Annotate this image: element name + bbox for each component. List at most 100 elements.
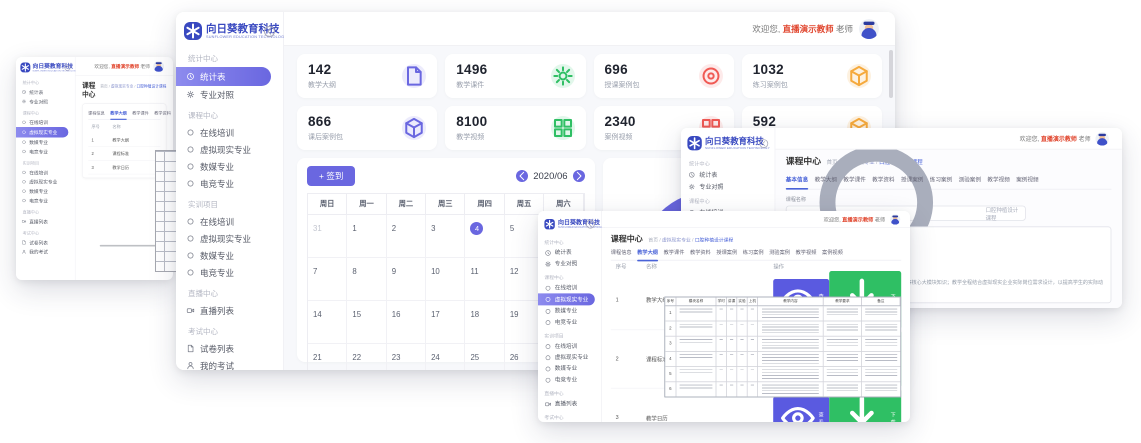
calendar-day-cell[interactable]: 25 [465, 344, 504, 370]
sidebar-item[interactable]: 电竞专业 [176, 175, 283, 192]
tab[interactable]: 教学资料 [154, 110, 171, 116]
prev-month-button[interactable] [516, 170, 528, 182]
tab[interactable]: 基本信息 [786, 176, 808, 184]
sidebar-item[interactable]: 数媒专业 [538, 363, 601, 374]
tab[interactable]: 授课案例 [901, 176, 923, 184]
tab[interactable]: 教学大纲 [815, 176, 837, 184]
sidebar-item[interactable]: 统计表 [538, 247, 601, 258]
tab[interactable]: 教学资料 [690, 248, 711, 256]
view-button[interactable]: 查看 [773, 397, 829, 422]
tab[interactable]: 教学大纲 [110, 110, 127, 116]
sidebar-item[interactable]: 数媒专业 [16, 137, 75, 146]
tab[interactable]: 课程信息 [611, 248, 632, 256]
calendar-day-cell[interactable]: 7 [308, 258, 347, 301]
calendar-day-cell[interactable]: 16 [387, 301, 426, 344]
calendar-day-cell[interactable]: 24 [426, 344, 465, 370]
tab[interactable]: 案例视频 [1016, 176, 1038, 184]
calendar-day-cell[interactable]: 4 [465, 215, 504, 258]
sidebar-item[interactable]: 数媒专业 [176, 158, 283, 175]
calendar-day-cell[interactable]: 21 [308, 344, 347, 370]
sidebar-item[interactable]: 统计表 [16, 87, 75, 96]
sidebar-item[interactable]: 统计表 [681, 169, 775, 181]
collapse-icon[interactable] [759, 139, 768, 148]
day-number: 9 [392, 267, 396, 276]
sidebar-item[interactable]: 虚拟现实专业 [538, 352, 601, 363]
sidebar-item-icon [186, 306, 195, 315]
signin-button[interactable]: + 签到 [307, 166, 355, 186]
tab[interactable]: 练习案例 [743, 248, 764, 256]
tab[interactable]: 教学资料 [872, 176, 894, 184]
tab[interactable]: 教学大纲 [637, 248, 658, 256]
tab[interactable]: 测验案例 [769, 248, 790, 256]
sidebar-item-label: 直播列表 [200, 305, 234, 317]
sidebar-item[interactable]: 电竞专业 [16, 147, 75, 156]
calendar-day-cell[interactable]: 2 [387, 215, 426, 258]
tab[interactable]: 教学课件 [664, 248, 685, 256]
calendar-day-cell[interactable]: 15 [347, 301, 386, 344]
sidebar-item[interactable]: 试卷列表 [176, 340, 283, 357]
sidebar-item[interactable]: 数媒专业 [538, 305, 601, 316]
sidebar-item[interactable]: 专业对照 [176, 86, 283, 103]
calendar-day-cell[interactable]: 1 [347, 215, 386, 258]
collapse-icon[interactable] [586, 220, 595, 229]
calendar-day-cell[interactable]: 31 [308, 215, 347, 258]
sidebar-item[interactable]: 电竞专业 [176, 264, 283, 281]
sidebar-item[interactable]: 专业对照 [681, 181, 775, 193]
sidebar-section: 考试中心 试卷列表 我的考试 [16, 226, 75, 256]
sidebar-item[interactable]: 专业对照 [16, 97, 75, 106]
sidebar: 向日葵教育科技 SUNFLOWER EDUCATION TECHNOLOGY 统… [176, 12, 284, 370]
tab[interactable]: 测验案例 [959, 176, 981, 184]
tab[interactable]: 课程信息 [88, 110, 105, 116]
tab[interactable]: 教学视频 [987, 176, 1009, 184]
sidebar-item[interactable]: 数媒专业 [176, 247, 283, 264]
calendar-day-cell[interactable]: 3 [426, 215, 465, 258]
sidebar-item[interactable]: 虚拟现实专业 [538, 293, 595, 305]
stat-label: 授课案例包 [605, 80, 640, 90]
sidebar-item[interactable]: 试卷列表 [16, 238, 75, 247]
breadcrumb-home[interactable]: 首页 [648, 238, 658, 243]
tab[interactable]: 练习案例 [930, 176, 952, 184]
sidebar-item[interactable]: 专业对照 [538, 258, 601, 269]
sidebar-item[interactable]: 直播列表 [16, 217, 75, 226]
sidebar-item[interactable]: 直播列表 [176, 302, 283, 319]
sidebar-item[interactable]: 在线培训 [176, 124, 283, 141]
sidebar-item[interactable]: 在线培训 [538, 341, 601, 352]
next-month-button[interactable] [573, 170, 585, 182]
calendar-day-cell[interactable]: 23 [387, 344, 426, 370]
sidebar-item[interactable]: 电竞专业 [538, 317, 601, 328]
sidebar-item[interactable]: 直播列表 [538, 398, 601, 409]
calendar-day-cell[interactable]: 14 [308, 301, 347, 344]
calendar-day-cell[interactable]: 18 [465, 301, 504, 344]
collapse-icon[interactable] [264, 26, 275, 37]
sidebar-item[interactable]: 在线培训 [16, 118, 75, 127]
sidebar-item[interactable]: 在线培训 [176, 213, 283, 230]
sidebar-item[interactable]: 虚拟现实专业 [16, 177, 75, 186]
tab[interactable]: 教学视频 [796, 248, 817, 256]
sidebar-item[interactable]: 电竞专业 [16, 196, 75, 205]
calendar-day-cell[interactable]: 17 [426, 301, 465, 344]
sidebar-item[interactable]: 我的考试 [16, 247, 75, 256]
calendar-day-cell[interactable]: 10 [426, 258, 465, 301]
sidebar-item[interactable]: 电竞专业 [538, 374, 601, 385]
breadcrumb-major[interactable]: 虚拟现实专业 [111, 85, 133, 89]
calendar-day-cell[interactable]: 9 [387, 258, 426, 301]
collapse-icon[interactable] [64, 64, 70, 70]
tab[interactable]: 授课案例 [716, 248, 737, 256]
tab[interactable]: 案例视频 [822, 248, 843, 256]
sidebar-item[interactable]: 统计表 [176, 67, 271, 86]
calendar-day-cell[interactable]: 22 [347, 344, 386, 370]
tab[interactable]: 教学课件 [132, 110, 149, 116]
sidebar-item[interactable]: 数媒专业 [16, 186, 75, 195]
sidebar-item[interactable]: 虚拟现实专业 [176, 230, 283, 247]
sidebar-item[interactable]: 虚拟现实专业 [176, 141, 283, 158]
sidebar-item[interactable]: 在线培训 [538, 282, 601, 293]
sidebar-item[interactable]: 我的考试 [176, 357, 283, 370]
sidebar-item[interactable]: 在线培训 [16, 168, 75, 177]
calendar-day-cell[interactable]: 11 [465, 258, 504, 301]
tab[interactable]: 教学课件 [843, 176, 865, 184]
vertical-scrollbar[interactable] [889, 50, 893, 98]
sidebar-item[interactable]: 虚拟现实专业 [16, 127, 68, 137]
breadcrumb-major[interactable]: 虚拟现实专业 [662, 238, 691, 243]
breadcrumb-home[interactable]: 首页 [100, 85, 107, 89]
calendar-day-cell[interactable]: 8 [347, 258, 386, 301]
